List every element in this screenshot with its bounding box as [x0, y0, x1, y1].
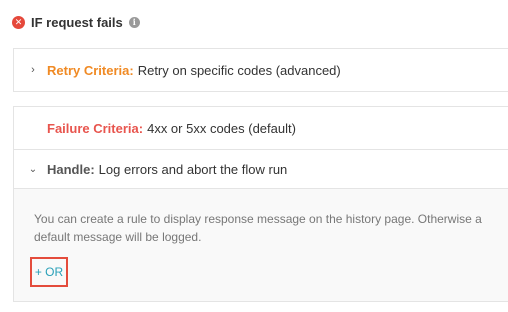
- section-title: IF request fails: [31, 14, 123, 30]
- failure-handling-card: Failure Criteria: 4xx or 5xx codes (defa…: [13, 106, 508, 302]
- info-icon[interactable]: i: [128, 16, 140, 28]
- failure-criteria-label: Failure Criteria:: [47, 120, 144, 136]
- add-or-button[interactable]: + OR: [30, 257, 68, 287]
- retry-criteria-value: Retry on specific codes (advanced): [137, 62, 341, 78]
- failure-criteria-value: 4xx or 5xx codes (default): [147, 120, 296, 136]
- handle-row[interactable]: ⌄ Handle: Log errors and abort the flow …: [14, 150, 508, 189]
- x-circle-icon: ✕: [12, 15, 25, 29]
- retry-criteria-row[interactable]: › Retry Criteria: Retry on specific code…: [14, 49, 508, 91]
- chevron-right-icon[interactable]: ›: [28, 64, 38, 76]
- chevron-down-icon[interactable]: ⌄: [28, 164, 38, 175]
- failure-criteria-row[interactable]: Failure Criteria: 4xx or 5xx codes (defa…: [14, 107, 508, 149]
- handle-label: Handle:: [47, 162, 95, 177]
- request-fails-header: ✕ IF request fails i: [12, 13, 140, 31]
- retry-criteria-card: › Retry Criteria: Retry on specific code…: [13, 48, 508, 92]
- retry-criteria-label: Retry Criteria:: [47, 62, 134, 78]
- handle-description: You can create a rule to display respons…: [34, 212, 482, 244]
- handle-value: Log errors and abort the flow run: [98, 162, 288, 177]
